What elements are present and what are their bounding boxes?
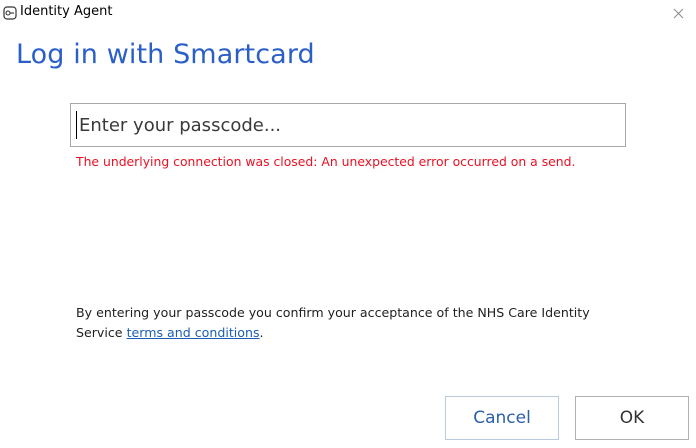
terms-suffix: . bbox=[259, 325, 264, 340]
ok-button[interactable]: OK bbox=[575, 396, 689, 440]
error-message: The underlying connection was closed: An… bbox=[76, 154, 576, 169]
smartcard-agent-icon bbox=[3, 5, 17, 20]
cancel-button[interactable]: Cancel bbox=[445, 396, 559, 440]
window-title: Identity Agent bbox=[20, 4, 113, 19]
text-caret bbox=[76, 111, 77, 139]
page-title: Log in with Smartcard bbox=[16, 39, 315, 70]
terms-and-conditions-link[interactable]: terms and conditions bbox=[127, 325, 260, 340]
passcode-input[interactable] bbox=[70, 103, 626, 147]
identity-agent-window: Identity Agent Log in with Smartcard The… bbox=[0, 0, 696, 448]
close-button[interactable] bbox=[660, 0, 696, 26]
terms-notice: By entering your passcode you confirm yo… bbox=[76, 303, 636, 343]
close-icon bbox=[673, 8, 684, 19]
title-bar: Identity Agent bbox=[0, 0, 696, 26]
